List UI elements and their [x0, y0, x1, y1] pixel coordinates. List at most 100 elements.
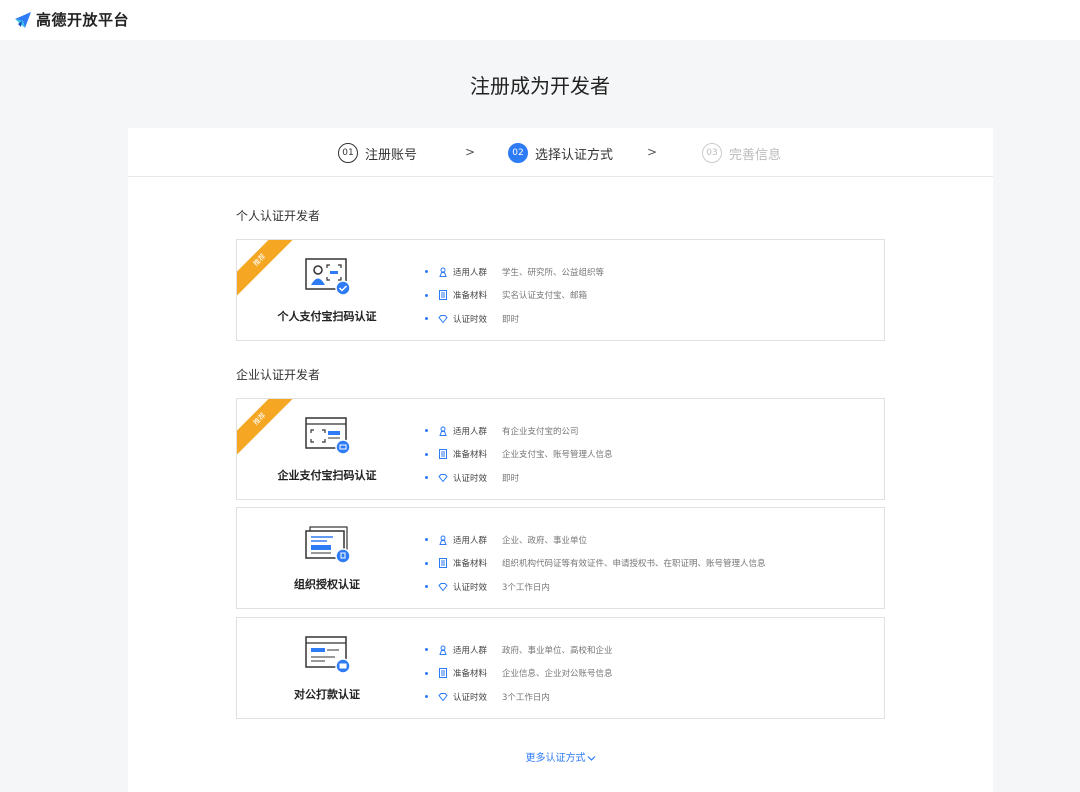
info-label: 准备材料: [453, 559, 488, 570]
bullet-dot: [425, 648, 428, 652]
info-row-audience: 适用人群 有企业支付宝的公司: [425, 419, 613, 443]
more-verification-methods-link[interactable]: 更多认证方式: [128, 749, 993, 764]
person-icon: [439, 645, 447, 655]
stepper: 01 注册账号 > 02 选择认证方式 > 03 完善信息: [128, 128, 993, 177]
document-icon: [439, 558, 447, 569]
info-value: 有企业支付宝的公司: [502, 426, 579, 437]
info-row-duration: 认证时效 即时: [425, 307, 604, 331]
person-icon: [439, 426, 447, 436]
page-title: 注册成为开发者: [470, 74, 610, 98]
card-organization-authorization[interactable]: 组织授权认证 适用人群 企业、政府、事业单位 准备材料 组织机构代码证等有效证件…: [236, 507, 885, 609]
info-value: 政府、事业单位、高校和企业: [502, 645, 613, 656]
gaode-logo-icon: [15, 11, 31, 28]
info-value: 3个工作日内: [502, 582, 550, 593]
diamond-icon: [438, 692, 448, 702]
card-corporate-transfer[interactable]: 对公打款认证 适用人群 政府、事业单位、高校和企业 准备材料 企业信息、企业对公…: [236, 617, 885, 719]
info-label: 认证时效: [453, 473, 488, 484]
bullet-dot: [425, 429, 428, 433]
registration-panel: 01 注册账号 > 02 选择认证方式 > 03 完善信息 个人认证开发者 推荐…: [128, 128, 993, 792]
recommend-ribbon: 推荐: [237, 399, 298, 458]
info-value: 学生、研究所、公益组织等: [502, 267, 605, 278]
step-choose-verification: 02 选择认证方式: [508, 143, 613, 163]
browser-scan-icon: [305, 417, 351, 455]
card-title: 对公打款认证: [294, 688, 360, 701]
info-value: 企业支付宝、账号管理人信息: [502, 450, 613, 461]
document-icon: [439, 668, 447, 679]
card-info: 适用人群 有企业支付宝的公司 准备材料 企业支付宝、账号管理人信息 认证时效 即…: [425, 419, 613, 490]
info-row-duration: 认证时效 即时: [425, 466, 613, 490]
info-value: 企业、政府、事业单位: [502, 535, 588, 546]
step-number: 03: [702, 143, 722, 163]
card-personal-alipay[interactable]: 推荐 个人支付宝扫码认证 适用人群 学生、研究所、公益组织等 准备材料 实名认证…: [236, 239, 885, 341]
step-label: 注册账号: [365, 147, 418, 163]
card-title: 个人支付宝扫码认证: [277, 310, 377, 323]
logo-text: 高德开放平台: [36, 11, 130, 29]
bullet-dot: [425, 538, 428, 542]
info-row-materials: 准备材料 企业支付宝、账号管理人信息: [425, 443, 613, 467]
person-icon: [439, 267, 447, 277]
info-value: 即时: [502, 314, 520, 325]
info-row-duration: 认证时效 3个工作日内: [425, 685, 613, 709]
card-title: 企业支付宝扫码认证: [277, 469, 377, 482]
bank-transfer-icon: [305, 636, 351, 674]
document-icon: [439, 449, 447, 460]
chevron-down-icon: [587, 755, 595, 761]
stacked-documents-icon: [305, 526, 351, 564]
recommend-ribbon: 推荐: [237, 240, 298, 299]
info-label: 准备材料: [453, 291, 488, 302]
info-value: 企业信息、企业对公账号信息: [502, 669, 613, 680]
info-row-duration: 认证时效 3个工作日内: [425, 575, 766, 599]
step-separator: >: [647, 145, 658, 159]
section-personal-title: 个人认证开发者: [236, 209, 321, 223]
person-icon: [439, 535, 447, 545]
info-row-materials: 准备材料 企业信息、企业对公账号信息: [425, 662, 613, 686]
info-label: 准备材料: [453, 450, 488, 461]
info-label: 适用人群: [453, 535, 488, 546]
top-bar: 高德开放平台: [0, 0, 1080, 40]
info-row-audience: 适用人群 政府、事业单位、高校和企业: [425, 638, 613, 662]
bullet-dot: [425, 476, 428, 480]
info-row-materials: 准备材料 实名认证支付宝、邮箱: [425, 284, 604, 308]
card-info: 适用人群 政府、事业单位、高校和企业 准备材料 企业信息、企业对公账号信息 认证…: [425, 638, 613, 709]
step-number: 01: [338, 143, 358, 163]
step-number: 02: [508, 143, 528, 163]
info-label: 适用人群: [453, 426, 488, 437]
info-value: 3个工作日内: [502, 692, 550, 703]
info-label: 认证时效: [453, 314, 488, 325]
info-row-audience: 适用人群 企业、政府、事业单位: [425, 528, 766, 552]
card-info: 适用人群 学生、研究所、公益组织等 准备材料 实名认证支付宝、邮箱 认证时效 即…: [425, 260, 604, 331]
step-complete-info: 03 完善信息: [702, 143, 781, 163]
card-title: 组织授权认证: [294, 578, 360, 591]
info-label: 适用人群: [453, 267, 488, 278]
more-link-text: 更多认证方式: [525, 753, 586, 764]
bullet-dot: [425, 317, 428, 321]
bullet-dot: [425, 561, 428, 565]
diamond-icon: [438, 582, 448, 592]
card-enterprise-alipay[interactable]: 推荐 企业支付宝扫码认证 适用人群 有企业支付宝的公司 准备材料 企业支付宝、账…: [236, 398, 885, 500]
info-value: 实名认证支付宝、邮箱: [502, 291, 588, 302]
bullet-dot: [425, 671, 428, 675]
card-info: 适用人群 企业、政府、事业单位 准备材料 组织机构代码证等有效证件、申请授权书、…: [425, 528, 766, 599]
step-separator: >: [465, 145, 476, 159]
logo[interactable]: 高德开放平台: [13, 9, 129, 30]
document-icon: [439, 290, 447, 301]
info-row-materials: 准备材料 组织机构代码证等有效证件、申请授权书、在职证明、账号管理人信息: [425, 552, 766, 576]
info-label: 准备材料: [453, 669, 488, 680]
info-label: 认证时效: [453, 692, 488, 703]
diamond-icon: [438, 314, 448, 324]
info-row-audience: 适用人群 学生、研究所、公益组织等: [425, 260, 604, 284]
info-label: 适用人群: [453, 645, 488, 656]
section-enterprise-title: 企业认证开发者: [236, 368, 321, 382]
bullet-dot: [425, 585, 428, 589]
diamond-icon: [438, 473, 448, 483]
step-label: 选择认证方式: [535, 147, 614, 163]
step-register-account: 01 注册账号: [338, 143, 417, 163]
bullet-dot: [425, 695, 428, 699]
id-card-icon: [305, 258, 351, 296]
step-label: 完善信息: [729, 147, 782, 163]
info-value: 即时: [502, 473, 520, 484]
info-value: 组织机构代码证等有效证件、申请授权书、在职证明、账号管理人信息: [502, 559, 766, 570]
info-label: 认证时效: [453, 582, 488, 593]
bullet-dot: [425, 293, 428, 297]
bullet-dot: [425, 452, 428, 456]
